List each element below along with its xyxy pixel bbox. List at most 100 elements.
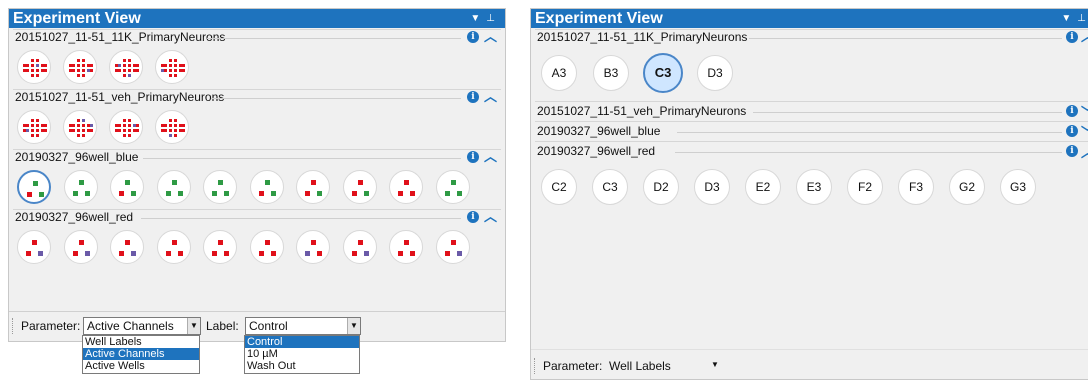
info-icon[interactable]: i [1066,145,1078,157]
well-icon[interactable] [63,170,98,204]
well-icon[interactable] [296,170,330,204]
info-icon[interactable]: i [1066,31,1078,43]
well-label-b3[interactable]: B3 [593,55,629,91]
well-icon[interactable] [17,110,51,144]
chevron-up-icon[interactable]: ︿ [484,149,497,164]
group-header[interactable]: 20151027_11-51_veh_PrimaryNeurons i ﹀ [535,102,1088,121]
well-icon[interactable] [17,230,51,264]
electrode-marker [444,251,450,256]
electrode-marker [169,119,172,122]
electrode-marker [128,119,131,122]
toolbar-grip[interactable] [534,358,537,374]
electrode-marker [450,240,456,245]
parameter-select[interactable]: Well Labels [609,359,671,373]
dropdown-arrow-icon[interactable]: ▼ [1061,13,1071,24]
well-label-d2[interactable]: D2 [643,169,679,205]
label-select[interactable]: Control ▼ [245,317,361,335]
well-icon[interactable] [109,110,143,144]
electrode-marker [128,59,131,62]
well-label-e2[interactable]: E2 [745,169,781,205]
well-icon[interactable] [342,230,377,264]
chevron-up-icon[interactable]: ︿ [484,89,497,104]
group-header[interactable]: 20151027_11-51_veh_PrimaryNeurons i ︿ [13,89,501,105]
well-icon[interactable] [155,110,189,144]
group-header[interactable]: 20190327_96well_red i ︿ [535,142,1088,161]
group-header[interactable]: 20190327_96well_blue i ﹀ [535,122,1088,141]
well-icon[interactable] [389,230,423,264]
parameter-option[interactable]: Well Labels [83,336,199,348]
chevron-down-icon[interactable]: ﹀ [1081,123,1088,142]
group-header[interactable]: 20151027_11-51_11K_PrimaryNeurons i ︿ [13,29,501,45]
well-label-c2[interactable]: C2 [541,169,577,205]
info-icon[interactable]: i [1066,105,1078,117]
well-icon[interactable] [342,170,377,204]
well-icon[interactable] [63,110,97,144]
well-label-d3[interactable]: D3 [697,55,733,91]
label-option-selected[interactable]: Control [245,336,359,348]
well-icon[interactable] [435,230,470,264]
parameter-option-selected[interactable]: Active Channels [83,348,199,360]
well-label-g3[interactable]: G3 [1000,169,1036,205]
label-option[interactable]: 10 µM [245,348,359,360]
pin-icon[interactable]: ⊥ [1077,13,1086,24]
well-icon[interactable] [110,170,144,204]
well-icon[interactable] [109,50,143,84]
electrode-marker [357,180,363,185]
electrode-marker [23,124,26,127]
well-icon[interactable] [110,230,144,264]
group-header[interactable]: 20190327_96well_red i ︿ [13,209,501,225]
chevron-up-icon[interactable]: ︿ [484,209,497,224]
well-icon[interactable] [435,170,470,204]
info-icon[interactable]: i [467,151,479,163]
electrode-marker [72,129,75,132]
info-icon[interactable]: i [467,31,479,43]
well-label-f3[interactable]: F3 [898,169,934,205]
well-icon[interactable] [17,50,51,84]
panel-title: Experiment View [13,10,141,27]
group-header[interactable]: 20151027_11-51_11K_PrimaryNeurons i ︿ [535,29,1088,45]
well-icon[interactable] [17,170,51,204]
dropdown-arrow-icon[interactable]: ▼ [347,318,360,334]
well-icon[interactable] [389,170,423,204]
electrode-marker [72,124,75,127]
well-icon[interactable] [203,170,237,204]
parameter-option[interactable]: Active Wells [83,360,199,372]
label-option[interactable]: Wash Out [245,360,359,372]
chevron-down-icon[interactable]: ﹀ [1081,103,1088,122]
well-icon[interactable] [156,230,191,264]
electrode-marker [305,191,310,196]
info-icon[interactable]: i [467,91,479,103]
electrode-marker [82,134,85,137]
info-icon[interactable]: i [1066,125,1078,137]
well-icon[interactable] [155,50,189,84]
label-dropdown-list: Control 10 µM Wash Out [244,335,360,374]
well-label-a3[interactable]: A3 [541,55,577,91]
well-icon[interactable] [63,50,97,84]
well-icon[interactable] [203,230,237,264]
chevron-up-icon[interactable]: ︿ [1081,29,1088,44]
well-icon[interactable] [296,230,330,264]
pin-icon[interactable]: ⊥ [486,13,495,24]
well-label-e3[interactable]: E3 [796,169,832,205]
electrode-marker [136,64,139,67]
well-label-d3[interactable]: D3 [694,169,730,205]
parameter-toolbar: Parameter: Well Labels ▼ [531,349,1088,379]
well-label-c3[interactable]: C3 [592,169,628,205]
well-label-g2[interactable]: G2 [949,169,985,205]
parameter-select[interactable]: Active Channels ▼ [83,317,201,335]
well-icon[interactable] [249,170,284,204]
electrode-marker [118,129,121,132]
well-label-f2[interactable]: F2 [847,169,883,205]
well-icon[interactable] [63,230,98,264]
well-label-c3[interactable]: C3 [643,53,683,93]
well-icon[interactable] [156,170,191,204]
toolbar-grip[interactable] [12,318,15,334]
group-header[interactable]: 20190327_96well_blue i ︿ [13,149,501,165]
dropdown-arrow-icon[interactable]: ▼ [187,318,200,334]
dropdown-arrow-icon[interactable]: ▼ [470,13,480,24]
chevron-up-icon[interactable]: ︿ [1081,143,1088,162]
chevron-up-icon[interactable]: ︿ [484,29,497,44]
well-icon[interactable] [249,230,284,264]
dropdown-arrow-icon[interactable]: ▼ [711,360,719,369]
info-icon[interactable]: i [467,211,479,223]
